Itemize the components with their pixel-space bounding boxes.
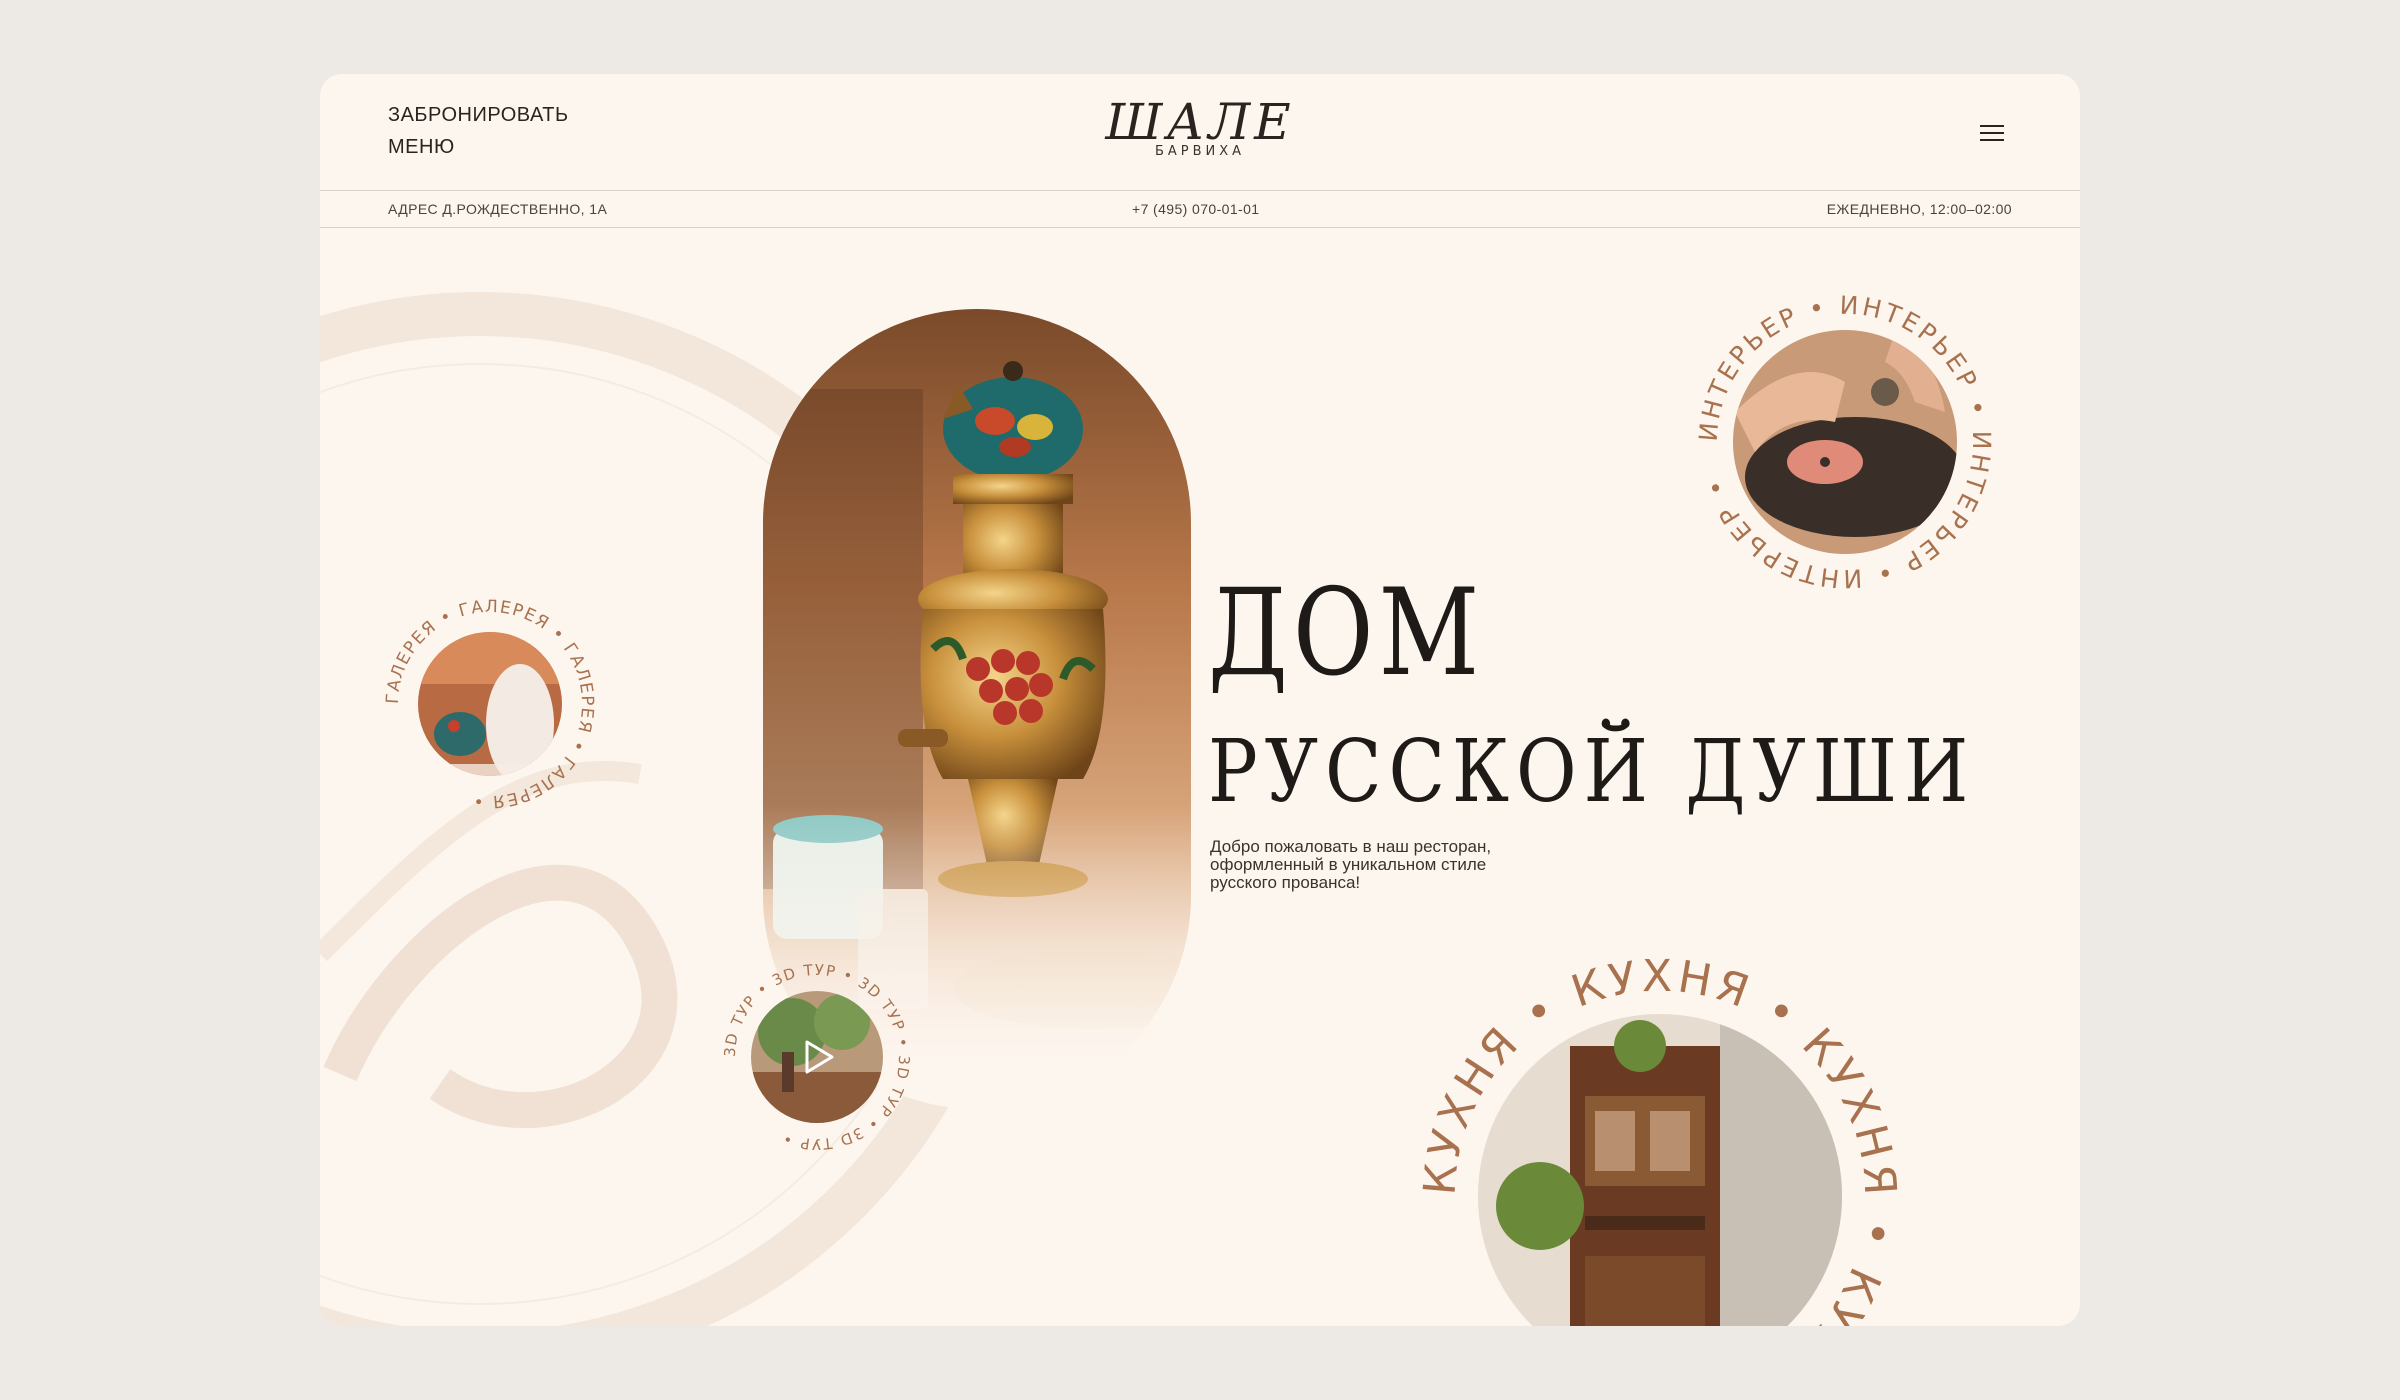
menu-link[interactable]: МЕНЮ xyxy=(388,136,455,159)
kitchen-thumbnail xyxy=(1478,1014,1842,1326)
gallery-badge[interactable]: ГАЛЕРЕЯ • ГАЛЕРЕЯ • ГАЛЕРЕЯ • ГАЛЕРЕЯ • xyxy=(380,594,600,814)
book-link[interactable]: ЗАБРОНИРОВАТЬ xyxy=(388,104,569,127)
page-card: ЗАБРОНИРОВАТЬ МЕНЮ ШАЛЕ БАРВИХА АДРЕС Д.… xyxy=(320,74,2080,1326)
hero-tagline: Добро пожаловать в наш ресторан, оформле… xyxy=(1210,838,1530,892)
tagline-line-1: Добро пожаловать в наш ресторан, xyxy=(1210,837,1492,856)
address-text: АДРЕС Д.РОЖДЕСТВЕННО, 1А xyxy=(388,201,608,217)
kitchen-badge[interactable]: КУХНЯ • КУХНЯ • КУХНЯ • КУХНЯ • xyxy=(1414,951,1902,1326)
opening-hours: ЕЖЕДНЕВНО, 12:00–02:00 xyxy=(1826,201,2012,217)
info-bar: АДРЕС Д.РОЖДЕСТВЕННО, 1А +7 (495) 070-01… xyxy=(320,190,2080,228)
hamburger-icon[interactable] xyxy=(1976,120,2008,146)
logo-title: ШАЛЕ xyxy=(1105,93,1295,151)
tagline-line-2: оформленный в уникальном стиле xyxy=(1210,855,1487,874)
logo[interactable]: ШАЛЕ БАРВИХА xyxy=(1100,96,1300,159)
hero-headline-line2: РУССКОЙ ДУШИ xyxy=(1208,722,1976,822)
3d-tour-badge[interactable]: 3D ТУР • 3D ТУР • 3D ТУР • 3D ТУР • 3D Т… xyxy=(721,961,912,1153)
gallery-thumbnail xyxy=(418,632,562,776)
header: ЗАБРОНИРОВАТЬ МЕНЮ ШАЛЕ БАРВИХА xyxy=(320,74,2080,190)
hero-headline-line1: ДОМ xyxy=(1208,564,1485,703)
phone-link[interactable]: +7 (495) 070-01-01 xyxy=(1132,201,1259,217)
interior-badge[interactable]: ИНТЕРЬЕР • ИНТЕРЬЕР • ИНТЕРЬЕР • ИНТЕРЬЕ… xyxy=(1694,291,1995,594)
tagline-line-3: русского прованса! xyxy=(1210,873,1361,892)
